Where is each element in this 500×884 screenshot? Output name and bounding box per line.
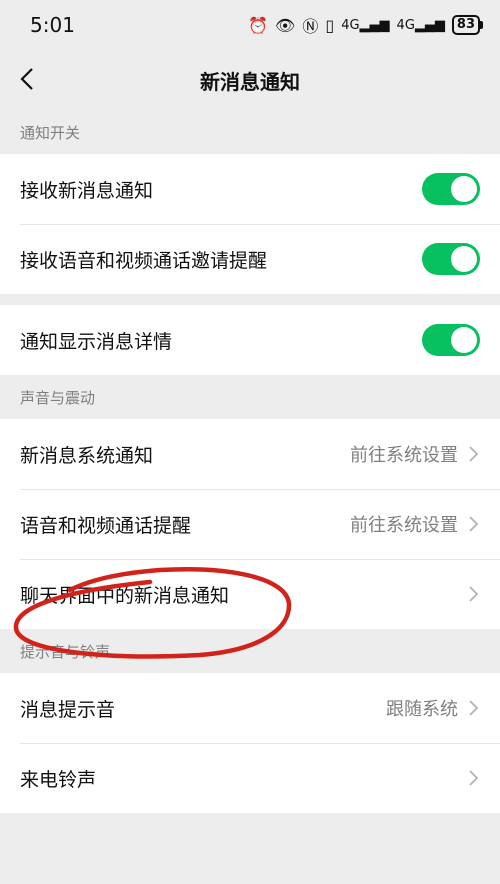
battery-indicator: 83 — [451, 15, 484, 35]
receive-new-messages-toggle[interactable] — [422, 173, 480, 205]
row-value: 跟随系统 — [386, 699, 458, 720]
tone-ringtone-group: 消息提示音 跟随系统 来电铃声 — [0, 673, 500, 813]
status-bar: 5:01 ⏰ 👁 Ⓝ ▯ 4G▂▄▆ 4G▂▄▆ 83 — [0, 0, 500, 50]
row-label: 聊天界面中的新消息通知 — [20, 584, 230, 607]
row-label: 消息提示音 — [20, 698, 116, 721]
row-label: 新消息系统通知 — [20, 444, 154, 467]
row-show-message-details[interactable]: 通知显示消息详情 — [0, 305, 500, 375]
toggle-knob — [451, 176, 477, 202]
page-title: 新消息通知 — [200, 69, 300, 94]
chevron-right-icon — [469, 516, 479, 532]
alarm-icon: ⏰ — [248, 15, 269, 35]
status-time: 5:01 — [30, 13, 75, 37]
nav-bar: 新消息通知 — [0, 50, 500, 110]
row-receive-new-messages[interactable]: 接收新消息通知 — [0, 154, 500, 224]
row-label: 来电铃声 — [20, 768, 97, 791]
nfc-icon: Ⓝ — [302, 17, 319, 36]
message-details-group: 通知显示消息详情 — [0, 305, 500, 375]
row-label: 通知显示消息详情 — [20, 330, 173, 353]
section-header-notify-switch: 通知开关 — [20, 124, 81, 142]
row-right — [468, 584, 480, 604]
group-gap — [0, 294, 500, 305]
section-header-sound-vibrate: 声音与震动 — [20, 389, 96, 407]
row-right: 跟随系统 — [386, 695, 480, 721]
section-header-tone-ringtone: 提示音与铃声 — [20, 643, 111, 661]
row-value: 前往系统设置 — [350, 445, 458, 466]
row-receive-call-invites[interactable]: 接收语音和视频通话邀请提醒 — [0, 224, 500, 294]
signal-1-label: 4G — [341, 17, 360, 33]
eye-icon: 👁 — [275, 15, 296, 35]
chevron-right-icon — [469, 586, 479, 602]
row-value: 前往系统设置 — [350, 515, 458, 536]
row-call-ringtone[interactable]: 来电铃声 — [0, 743, 500, 813]
notify-switch-group: 接收新消息通知 接收语音和视频通话邀请提醒 — [0, 154, 500, 294]
toggle-knob — [451, 246, 477, 272]
chevron-right-icon — [469, 700, 479, 716]
row-call-reminder[interactable]: 语音和视频通话提醒 前往系统设置 — [0, 489, 500, 559]
status-icons: ⏰ 👁 Ⓝ ▯ 4G▂▄▆ 4G▂▄▆ 83 — [248, 13, 484, 37]
row-label: 接收新消息通知 — [20, 179, 154, 202]
row-label: 接收语音和视频通话邀请提醒 — [20, 249, 268, 272]
row-right: 前往系统设置 — [350, 441, 480, 467]
chevron-right-icon — [469, 770, 479, 786]
row-system-notification[interactable]: 新消息系统通知 前往系统设置 — [0, 419, 500, 489]
back-arrow-icon[interactable] — [14, 64, 44, 94]
sound-vibrate-group: 新消息系统通知 前往系统设置 语音和视频通话提醒 前往系统设置 聊天界面中的新消… — [0, 419, 500, 629]
signal-4g-icon: 4G▂▄▆ — [341, 17, 390, 33]
vibrate-icon: ▯ — [325, 15, 335, 35]
row-right — [468, 768, 480, 788]
row-label: 语音和视频通话提醒 — [20, 514, 192, 537]
row-chat-new-message-notification[interactable]: 聊天界面中的新消息通知 — [0, 559, 500, 629]
receive-call-invites-toggle[interactable] — [422, 243, 480, 275]
chevron-right-icon — [469, 446, 479, 462]
row-right: 前往系统设置 — [350, 511, 480, 537]
row-message-tone[interactable]: 消息提示音 跟随系统 — [0, 673, 500, 743]
signal-4g-icon: 4G▂▄▆ — [396, 17, 445, 33]
signal-2-label: 4G — [396, 17, 415, 33]
show-message-details-toggle[interactable] — [422, 324, 480, 356]
toggle-knob — [451, 327, 477, 353]
